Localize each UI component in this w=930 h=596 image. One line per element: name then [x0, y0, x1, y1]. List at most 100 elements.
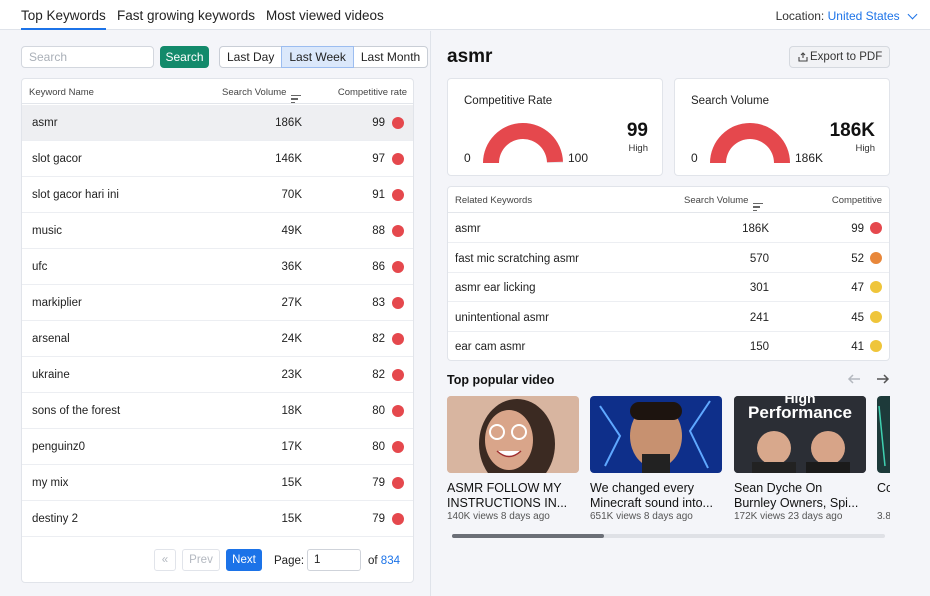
keyword-name: ufc: [32, 261, 48, 273]
table-row[interactable]: ufc 36K 86: [22, 249, 413, 285]
related-keyword-competitive: 45: [851, 311, 864, 324]
keyword-rate: 80: [372, 441, 385, 453]
of-label: of: [368, 555, 378, 567]
related-row[interactable]: asmr ear licking 301 47: [448, 273, 889, 302]
video-thumbnail[interactable]: [447, 396, 579, 473]
sort-icon[interactable]: [291, 95, 302, 103]
arrow-right-icon[interactable]: [876, 373, 890, 385]
related-keyword-volume: 301: [749, 282, 769, 294]
location-label: Location:: [775, 9, 825, 23]
rate-indicator-dot: [392, 225, 404, 237]
competitive-rate-title: Competitive Rate: [464, 95, 553, 107]
tab-top-keywords[interactable]: Top Keywords: [21, 8, 106, 30]
video-title[interactable]: Sean Dyche On Burnley Owners, Spi...: [734, 481, 866, 511]
video-thumbnail[interactable]: [877, 396, 890, 473]
related-keywords-table: Related Keywords Search Volume Competiti…: [447, 186, 890, 361]
search-volume-value: 186K: [829, 120, 875, 141]
video-meta: 172K views 23 days ago: [734, 511, 843, 522]
table-row[interactable]: penguinz0 17K 80: [22, 429, 413, 465]
first-page-button[interactable]: «: [154, 549, 176, 571]
location-selector[interactable]: Location: United States: [775, 9, 918, 23]
video-title[interactable]: Co W...: [877, 481, 890, 511]
video-title[interactable]: We changed every Minecraft sound into...: [590, 481, 722, 511]
keyword-volume: 15K: [281, 477, 302, 489]
table-row[interactable]: slot gacor hari ini 70K 91: [22, 177, 413, 213]
panel-divider: [430, 31, 431, 596]
keyword-name: ukraine: [32, 369, 70, 381]
video-thumbnail[interactable]: [590, 396, 722, 473]
keyword-rate: 79: [372, 513, 385, 525]
rate-indicator-dot: [392, 333, 404, 345]
competitive-indicator-dot: [870, 222, 882, 234]
table-row[interactable]: arsenal 24K 82: [22, 321, 413, 357]
video-card[interactable]: We changed every Minecraft sound into...…: [590, 396, 722, 522]
video-meta: 140K views 8 days ago: [447, 511, 550, 522]
export-pdf-label: Export to PDF: [810, 51, 883, 63]
table-row[interactable]: asmr 186K 99: [22, 105, 413, 141]
period-last-month[interactable]: Last Month: [352, 46, 429, 68]
search-input[interactable]: [21, 46, 154, 68]
search-volume-min: 0: [691, 151, 698, 165]
keyword-title: asmr: [447, 46, 493, 67]
competitive-rate-card: Competitive Rate 0 100 99 High: [447, 78, 663, 176]
related-keyword-volume: 150: [749, 341, 769, 353]
popular-videos-carousel: ASMR FOLLOW MY INSTRUCTIONS IN... 140K v…: [447, 396, 890, 526]
table-row[interactable]: destiny 2 15K 79: [22, 501, 413, 537]
carousel-scrollbar-thumb[interactable]: [452, 534, 604, 538]
gauge-fill: [483, 122, 563, 163]
video-card[interactable]: ASMR FOLLOW MY INSTRUCTIONS IN... 140K v…: [447, 396, 579, 522]
video-thumbnail[interactable]: High Performance: [734, 396, 866, 473]
related-row[interactable]: asmr 186K 99: [448, 214, 889, 243]
search-volume-max: 186K: [795, 151, 824, 165]
period-last-week[interactable]: Last Week: [281, 46, 354, 68]
competitive-rate-min: 0: [464, 151, 471, 165]
competitive-rate-level: High: [628, 143, 648, 154]
search-button[interactable]: Search: [160, 46, 209, 68]
keyword-name: destiny 2: [32, 513, 79, 525]
export-pdf-button[interactable]: Export to PDF: [789, 46, 890, 68]
keyword-name: arsenal: [32, 333, 70, 345]
tab-most-viewed-videos[interactable]: Most viewed videos: [266, 8, 384, 30]
header-search-volume[interactable]: Search Volume: [222, 87, 302, 103]
gauge-fill: [710, 122, 790, 163]
table-row[interactable]: ukraine 23K 82: [22, 357, 413, 393]
video-card[interactable]: High Performance Sean Dyche On Burnley O…: [734, 396, 866, 522]
sort-icon[interactable]: [753, 203, 764, 211]
related-keyword-competitive: 52: [851, 252, 864, 265]
header-search-volume-label: Search Volume: [222, 87, 287, 98]
prev-page-button[interactable]: Prev: [182, 549, 220, 571]
keyword-volume: 36K: [281, 261, 302, 273]
rate-indicator-dot: [392, 297, 404, 309]
related-keyword-volume: 186K: [742, 223, 769, 235]
video-meta: 651K views 8 days ago: [590, 511, 693, 522]
related-keywords-header: Related Keywords Search Volume Competiti…: [448, 187, 889, 213]
header-related-search-volume[interactable]: Search Volume: [684, 195, 764, 211]
related-row[interactable]: ear cam asmr 150 41: [448, 332, 889, 360]
page-input[interactable]: [307, 549, 361, 571]
keyword-volume: 186K: [275, 117, 302, 129]
table-row[interactable]: sons of the forest 18K 80: [22, 393, 413, 429]
related-row[interactable]: unintentional asmr 241 45: [448, 303, 889, 332]
table-row[interactable]: slot gacor 146K 97: [22, 141, 413, 177]
rate-indicator-dot: [392, 153, 404, 165]
related-keyword-competitive: 99: [851, 223, 864, 235]
table-row[interactable]: music 49K 88: [22, 213, 413, 249]
search-volume-level: High: [855, 143, 875, 154]
keyword-rate: 82: [372, 333, 385, 345]
keyword-rate: 88: [372, 225, 385, 237]
period-last-day[interactable]: Last Day: [219, 46, 283, 68]
keyword-rate: 97: [372, 153, 385, 165]
related-keyword-name: asmr: [455, 223, 481, 235]
video-card[interactable]: Co W... 3.8: [877, 396, 890, 522]
table-row[interactable]: markiplier 27K 83: [22, 285, 413, 321]
table-row[interactable]: my mix 15K 79: [22, 465, 413, 501]
competitive-indicator-dot: [870, 340, 882, 352]
related-row[interactable]: fast mic scratching asmr 570 52: [448, 244, 889, 273]
related-keyword-name: asmr ear licking: [455, 282, 536, 294]
tab-fast-growing-keywords[interactable]: Fast growing keywords: [117, 8, 255, 30]
video-title[interactable]: ASMR FOLLOW MY INSTRUCTIONS IN...: [447, 481, 579, 511]
arrow-left-icon[interactable]: [847, 373, 861, 385]
keyword-name: asmr: [32, 117, 58, 129]
next-page-button[interactable]: Next: [226, 549, 262, 571]
keyword-name: slot gacor: [32, 153, 82, 165]
